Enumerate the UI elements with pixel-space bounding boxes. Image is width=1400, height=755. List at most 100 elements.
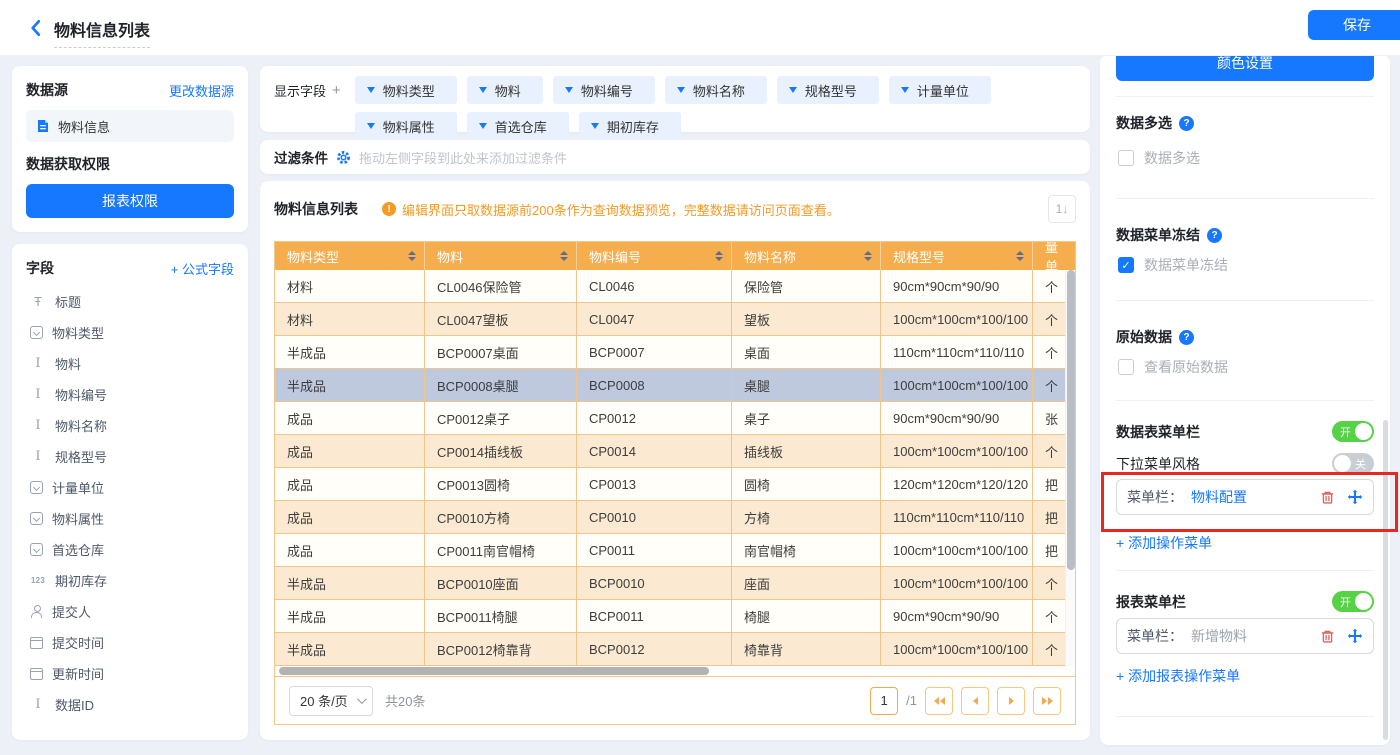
sort-icon[interactable]	[864, 251, 872, 261]
display-field-tag[interactable]: 物料属性	[355, 112, 457, 140]
dropdown-style-toggle[interactable]: 关	[1332, 453, 1374, 474]
help-icon[interactable]	[1179, 116, 1194, 131]
table-cell: CL0047	[577, 303, 732, 335]
menu-freeze-checkbox[interactable]: 数据菜单冻结	[1118, 255, 1228, 275]
sort-order-icon[interactable]: 1↓	[1048, 195, 1076, 223]
checkbox-icon[interactable]	[1118, 150, 1134, 166]
field-item[interactable]: 首选仓库	[26, 534, 234, 565]
table-cell: 90cm*90cm*90/90	[881, 600, 1033, 632]
gear-icon[interactable]	[336, 150, 351, 165]
tag-label: 物料类型	[383, 81, 435, 100]
display-field-tag[interactable]: 物料名称	[665, 76, 767, 104]
table-cell: CP0014插线板	[425, 435, 577, 467]
field-item[interactable]: 物料类型	[26, 317, 234, 348]
table-menu-item[interactable]: 菜单栏： 物料配置	[1116, 479, 1374, 515]
formula-field-link[interactable]: + 公式字段	[171, 259, 234, 278]
table-row[interactable]: 成品CP0011南官帽椅CP0011南官帽椅100cm*100cm*100/10…	[275, 534, 1075, 567]
field-item[interactable]: 规格型号	[26, 441, 234, 472]
field-item[interactable]: 物料	[26, 348, 234, 379]
display-field-tag[interactable]: 物料类型	[355, 76, 457, 104]
table-row[interactable]: 成品CP0012桌子CP0012桌子90cm*90cm*90/90张	[275, 402, 1075, 435]
display-field-tag[interactable]: 物料编号	[553, 76, 655, 104]
table-row[interactable]: 成品CP0014插线板CP0014插线板100cm*100cm*100/100个	[275, 435, 1075, 468]
table-horizontal-scrollbar	[275, 666, 1075, 676]
first-page-button[interactable]	[925, 687, 953, 715]
select-field-icon	[30, 481, 43, 494]
table-row[interactable]: 半成品BCP0010座面BCP0010座面100cm*100cm*100/100…	[275, 567, 1075, 600]
help-icon[interactable]	[1207, 228, 1222, 243]
add-display-field-button[interactable]: +	[332, 82, 341, 99]
page-size-select[interactable]: 20 条/页	[289, 686, 373, 716]
table-row[interactable]: 半成品BCP0012椅靠背BCP0012椅靠背100cm*100cm*100/1…	[275, 633, 1075, 666]
report-menu-toggle[interactable]: 开	[1332, 591, 1374, 612]
field-item[interactable]: 提交人	[26, 596, 234, 627]
field-item[interactable]: 物料属性	[26, 503, 234, 534]
table-cell: CP0013	[577, 468, 732, 500]
add-action-menu-link[interactable]: + 添加操作菜单	[1116, 533, 1212, 553]
column-header[interactable]: 物料编号	[577, 242, 732, 270]
menu-item-name-link[interactable]: 物料配置	[1191, 487, 1247, 507]
help-icon[interactable]	[1179, 330, 1194, 345]
sort-icon[interactable]	[408, 251, 416, 261]
column-header[interactable]: 计量单位	[1033, 242, 1075, 270]
table-row[interactable]: 成品CP0013圆椅CP0013圆椅120cm*120cm*120/120把	[275, 468, 1075, 501]
move-icon[interactable]	[1347, 628, 1363, 644]
report-permission-button[interactable]: 报表权限	[26, 184, 234, 218]
field-item[interactable]: 数据ID	[26, 689, 234, 720]
checkbox-checked-icon[interactable]	[1118, 257, 1134, 273]
field-item[interactable]: 物料编号	[26, 379, 234, 410]
display-field-tag[interactable]: 规格型号	[777, 76, 879, 104]
field-item[interactable]: 提交时间	[26, 627, 234, 658]
column-header[interactable]: 物料类型	[275, 242, 425, 270]
move-icon[interactable]	[1347, 489, 1363, 505]
last-page-button[interactable]	[1033, 687, 1061, 715]
column-header[interactable]: 规格型号	[881, 242, 1033, 270]
table-menu-toggle[interactable]: 开	[1332, 421, 1374, 442]
display-field-tag[interactable]: 计量单位	[889, 76, 991, 104]
current-page-input[interactable]: 1	[870, 687, 898, 715]
field-item[interactable]: 期初库存	[26, 565, 234, 596]
table-row[interactable]: 半成品BCP0007桌面BCP0007桌面110cm*110cm*110/110…	[275, 336, 1075, 369]
field-item[interactable]: 物料名称	[26, 410, 234, 441]
panel-scrollbar-thumb[interactable]	[1383, 420, 1388, 740]
report-menu-item[interactable]: 菜单栏： 新增物料	[1116, 618, 1374, 654]
prev-page-button[interactable]	[961, 687, 989, 715]
table-cell: 110cm*110cm*110/110	[881, 501, 1033, 533]
table-cell: CP0014	[577, 435, 732, 467]
dropdown-triangle-icon	[565, 87, 573, 93]
table-row[interactable]: 半成品BCP0011椅腿BCP0011椅腿90cm*90cm*90/90个	[275, 600, 1075, 633]
table-row[interactable]: 半成品BCP0008桌腿BCP0008桌腿100cm*100cm*100/100…	[275, 369, 1075, 402]
table-row[interactable]: 材料CL0047望板CL0047望板100cm*100cm*100/100个	[275, 303, 1075, 336]
sort-icon[interactable]	[1016, 251, 1024, 261]
save-button[interactable]: 保存	[1308, 10, 1400, 40]
horizontal-scrollbar-thumb[interactable]	[279, 667, 709, 675]
delete-icon[interactable]	[1320, 490, 1335, 505]
column-header[interactable]: 物料	[425, 242, 577, 270]
raw-data-checkbox[interactable]: 查看原始数据	[1118, 357, 1228, 377]
datasource-panel: 数据源 更改数据源 物料信息 数据获取权限 报表权限	[12, 66, 248, 232]
color-settings-button[interactable]: 颜色设置	[1116, 55, 1374, 81]
checkbox-icon[interactable]	[1118, 359, 1134, 375]
display-field-tag[interactable]: 物料	[467, 76, 543, 104]
sort-icon[interactable]	[715, 251, 723, 261]
multi-select-checkbox[interactable]: 数据多选	[1118, 148, 1200, 168]
next-page-button[interactable]	[997, 687, 1025, 715]
table-row[interactable]: 成品CP0010方椅CP0010方椅110cm*110cm*110/110把	[275, 501, 1075, 534]
delete-icon[interactable]	[1320, 629, 1335, 644]
change-datasource-link[interactable]: 更改数据源	[169, 81, 234, 100]
add-report-action-menu-link[interactable]: + 添加报表操作菜单	[1116, 666, 1240, 686]
display-field-tags: 物料类型 物料物料编号物料名称规格型号计量单位物料属性首选仓库期初库存	[355, 76, 1070, 140]
column-header[interactable]: 物料名称	[732, 242, 881, 270]
datasource-item[interactable]: 物料信息	[26, 110, 234, 142]
display-field-tag[interactable]: 首选仓库	[467, 112, 569, 140]
back-icon[interactable]	[26, 18, 46, 38]
field-label: 首选仓库	[52, 540, 104, 559]
display-field-tag[interactable]: 期初库存	[579, 112, 681, 140]
table-cell: 90cm*90cm*90/90	[881, 402, 1033, 434]
field-item[interactable]: 标题	[26, 286, 234, 317]
field-item[interactable]: 计量单位	[26, 472, 234, 503]
vertical-scrollbar-thumb[interactable]	[1067, 270, 1075, 570]
field-item[interactable]: 更新时间	[26, 658, 234, 689]
table-row[interactable]: 材料CL0046保险管CL0046保险管90cm*90cm*90/90个	[275, 270, 1075, 303]
sort-icon[interactable]	[560, 251, 568, 261]
